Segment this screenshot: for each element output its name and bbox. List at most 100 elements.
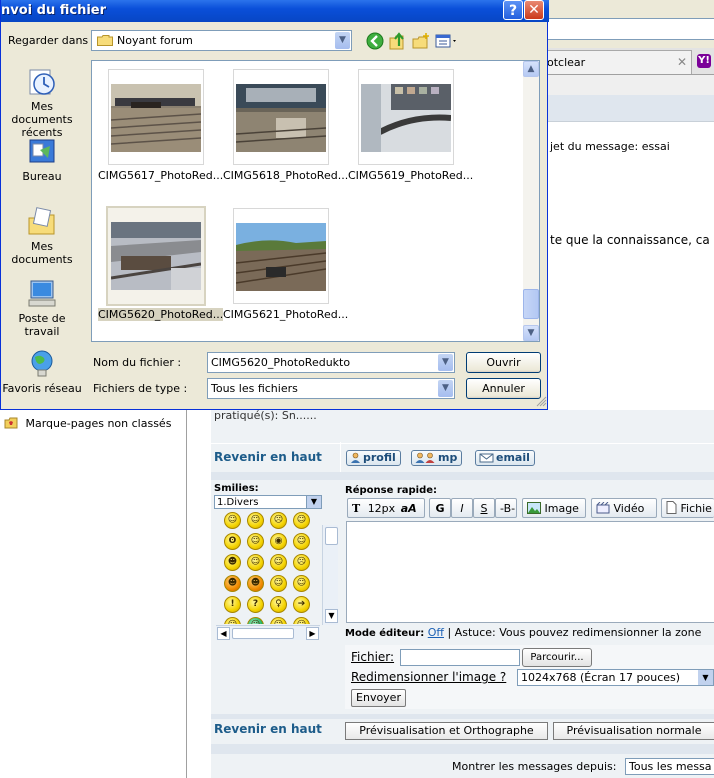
exclamation-icon[interactable]: ! xyxy=(224,596,241,613)
smiley-icon[interactable]: ☺ xyxy=(247,617,264,624)
resize-grip-icon[interactable] xyxy=(536,396,547,407)
smiley-icon[interactable]: ☺ xyxy=(293,575,310,592)
chevron-up-icon[interactable]: ▲ xyxy=(523,61,539,77)
reply-textarea[interactable] xyxy=(346,521,714,623)
desktop-icon xyxy=(29,139,55,163)
chevron-down-icon[interactable]: ▼ xyxy=(438,354,453,371)
private-message-button[interactable]: mp xyxy=(411,450,463,466)
help-button[interactable]: ? xyxy=(503,0,523,20)
arrow-icon[interactable]: ➔ xyxy=(293,596,310,613)
bookmark-folder-unsorted[interactable]: Marque-pages non classés xyxy=(4,416,171,430)
insert-file-button[interactable]: Fichie xyxy=(661,498,714,518)
send-upload-button[interactable]: Envoyer xyxy=(351,689,406,707)
file-thumbnail[interactable] xyxy=(358,69,454,165)
address-bar[interactable] xyxy=(546,18,714,40)
close-button[interactable]: ✕ xyxy=(524,0,544,20)
smiley-icon[interactable]: ☺ xyxy=(247,533,264,550)
smiley-icon[interactable]: ☺ xyxy=(224,617,241,624)
browser-tab[interactable]: otclear ✕ xyxy=(540,50,692,74)
my-documents-icon xyxy=(28,207,55,235)
strikethrough-button[interactable]: -B- xyxy=(495,498,517,518)
new-folder-icon[interactable] xyxy=(412,32,430,50)
smiley-icon[interactable]: ☺ xyxy=(293,533,310,550)
place-network[interactable]: Favoris réseau xyxy=(1,348,83,395)
smiley-icon[interactable]: ☺ xyxy=(293,617,310,624)
smiley-icon[interactable]: ☺ xyxy=(270,575,287,592)
smiley-icon[interactable]: ☺ xyxy=(293,512,310,529)
look-in-combobox[interactable]: Noyant forum ▼ xyxy=(91,30,352,51)
place-my-documents[interactable]: Mes documents xyxy=(1,206,83,266)
smiley-icon[interactable]: ☻ xyxy=(247,575,264,592)
smilies-horizontal-scrollbar[interactable]: ◀ ▶ xyxy=(216,625,320,640)
question-icon[interactable]: ? xyxy=(247,596,264,613)
views-menu-icon[interactable] xyxy=(435,32,459,50)
smilies-scrollbar[interactable]: ▼ xyxy=(322,525,338,625)
open-button[interactable]: Ouvrir xyxy=(466,352,541,373)
smilies-category-select[interactable]: 1.Divers ▼ xyxy=(214,495,322,509)
chevron-left-icon[interactable]: ◀ xyxy=(217,627,230,640)
back-to-top-link[interactable]: Revenir en haut xyxy=(214,450,322,464)
smiley-icon[interactable]: ☹ xyxy=(270,512,287,529)
insert-video-button[interactable]: Vidéo xyxy=(591,498,657,518)
file-thumbnail[interactable] xyxy=(233,208,329,304)
italic-button[interactable]: I xyxy=(451,498,473,518)
smiley-icon[interactable]: ☻ xyxy=(224,575,241,592)
idea-icon[interactable]: ♀ xyxy=(270,596,287,613)
place-desktop[interactable]: Bureau xyxy=(1,136,83,183)
smiley-icon[interactable]: ʘ xyxy=(224,533,241,550)
file-thumbnail[interactable] xyxy=(106,206,206,306)
font-size-value: 12px xyxy=(367,502,396,515)
smiley-icon[interactable]: ☺ xyxy=(247,512,264,529)
smiley-icon[interactable]: ◉ xyxy=(270,533,287,550)
chevron-down-icon[interactable]: ▼ xyxy=(325,609,338,623)
chevron-down-icon[interactable]: ▼ xyxy=(523,325,539,341)
insert-image-button[interactable]: Image xyxy=(522,498,586,518)
file-thumbnail[interactable] xyxy=(108,69,204,165)
place-recent-documents[interactable]: Mes documents récents xyxy=(1,66,83,139)
file-path-input[interactable] xyxy=(400,649,520,666)
profile-button[interactable]: profil xyxy=(346,450,401,466)
smiley-icon[interactable]: ☺ xyxy=(270,554,287,571)
show-messages-label: Montrer les messages depuis: xyxy=(452,760,617,773)
chevron-right-icon[interactable]: ▶ xyxy=(306,627,319,640)
cancel-button[interactable]: Annuler xyxy=(466,378,541,399)
file-name-input[interactable]: CIMG5620_PhotoRedukto ▼ xyxy=(207,352,455,373)
file-type-select[interactable]: Tous les fichiers ▼ xyxy=(207,378,455,399)
browse-button[interactable]: Parcourir... xyxy=(522,648,592,667)
resize-image-select[interactable]: 1024x768 (Écran 17 pouces) ▼ xyxy=(517,669,714,686)
smiley-icon[interactable]: ☺ xyxy=(270,617,287,624)
file-list-view[interactable]: CIMG5617_PhotoRed... CIMG5618_PhotoRed..… xyxy=(91,60,540,342)
email-button[interactable]: email xyxy=(475,450,535,466)
file-list-scrollbar[interactable]: ▲ ▼ xyxy=(523,61,539,341)
scrollbar-thumb[interactable] xyxy=(325,527,338,545)
tab-close-icon[interactable]: ✕ xyxy=(677,55,687,69)
back-icon[interactable] xyxy=(366,32,384,50)
smiley-icon[interactable]: ☹ xyxy=(293,554,310,571)
chevron-down-icon[interactable]: ▼ xyxy=(438,380,453,397)
scrollbar-thumb[interactable] xyxy=(232,628,294,639)
preview-spelling-button[interactable]: Prévisualisation et Orthographe xyxy=(345,722,548,740)
bold-button[interactable]: G xyxy=(429,498,451,518)
show-messages-select[interactable]: Tous les messa xyxy=(625,758,714,775)
place-my-computer[interactable]: Poste de travail xyxy=(1,278,83,338)
up-folder-icon[interactable] xyxy=(389,32,407,50)
photo-thumbnail xyxy=(236,84,326,152)
underline-button[interactable]: S xyxy=(473,498,495,518)
message-subject: jet du message: essai xyxy=(550,140,670,153)
back-to-top-link[interactable]: Revenir en haut xyxy=(214,722,322,736)
smiley-icon[interactable]: ☻ xyxy=(224,554,241,571)
preview-normal-button[interactable]: Prévisualisation normale xyxy=(553,722,714,740)
font-size-control[interactable]: T 12px aA xyxy=(347,498,425,518)
editor-mode-toggle[interactable]: Off xyxy=(428,626,444,639)
smiley-icon[interactable]: ☺ xyxy=(224,512,241,529)
scrollbar-thumb[interactable] xyxy=(523,289,539,319)
dialog-titlebar[interactable]: nvoi du fichier ? ✕ xyxy=(1,0,549,22)
recent-documents-icon xyxy=(29,69,55,95)
column-divider xyxy=(340,442,341,472)
yahoo-icon[interactable]: Y! xyxy=(697,54,711,68)
smiley-icon[interactable]: ☺ xyxy=(247,554,264,571)
my-computer-icon xyxy=(28,280,56,307)
row-divider xyxy=(211,443,714,444)
place-label: Mes documents xyxy=(11,240,73,266)
file-thumbnail[interactable] xyxy=(233,69,329,165)
